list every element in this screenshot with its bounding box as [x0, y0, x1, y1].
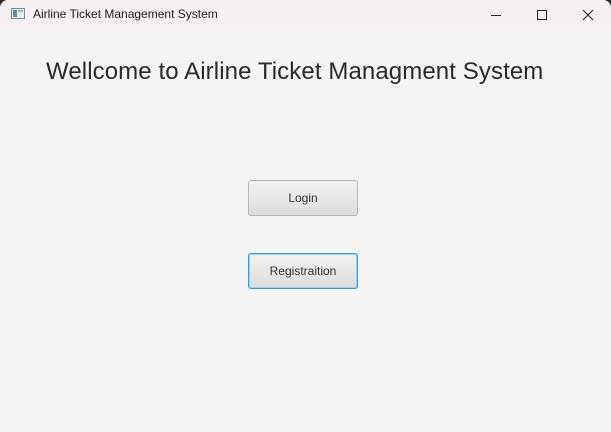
title-bar[interactable]: Airline Ticket Management System — [0, 0, 611, 30]
login-button[interactable]: Login — [248, 180, 358, 216]
registration-button-label: Registraition — [269, 264, 337, 278]
app-window: Airline Ticket Management System Wellcom… — [0, 0, 611, 432]
window-title: Airline Ticket Management System — [33, 7, 218, 21]
registration-button[interactable]: Registraition — [248, 253, 358, 289]
maximize-button[interactable] — [519, 0, 565, 30]
minimize-button[interactable] — [473, 0, 519, 30]
login-button-label: Login — [288, 191, 318, 205]
main-content: Wellcome to Airline Ticket Managment Sys… — [0, 30, 611, 432]
close-icon — [582, 9, 594, 21]
page-title: Wellcome to Airline Ticket Managment Sys… — [46, 58, 544, 85]
app-window-icon — [11, 8, 25, 19]
maximize-icon — [537, 10, 547, 20]
minimize-icon — [491, 15, 501, 16]
close-button[interactable] — [565, 0, 611, 30]
